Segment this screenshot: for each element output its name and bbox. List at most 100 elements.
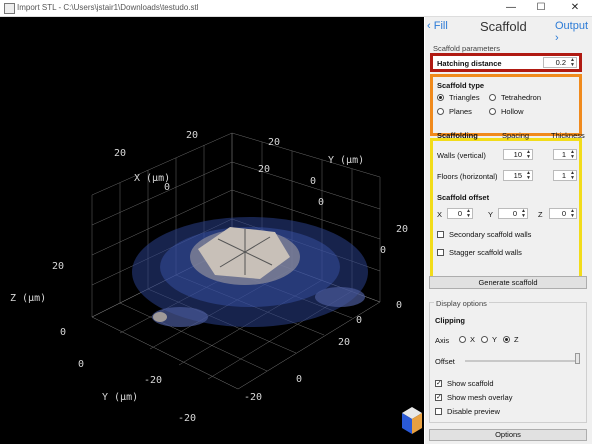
spin-arrows-icon[interactable]: ▲ ▼	[570, 171, 575, 181]
radio-planes-label: Planes	[449, 107, 472, 116]
scaffold-type-label: Scaffold type	[437, 81, 485, 90]
tick-label: 0	[164, 182, 170, 193]
tick-label: 20	[52, 261, 64, 272]
spin-arrows-icon[interactable]: ▲ ▼	[466, 209, 471, 219]
radio-axis-z[interactable]	[503, 336, 510, 343]
stagger-walls-label: Stagger scaffold walls	[449, 248, 522, 257]
stagger-walls-checkbox[interactable]	[437, 249, 444, 256]
offset-y-value: 0	[512, 209, 517, 218]
app-icon	[4, 3, 15, 14]
tick-label: 20	[114, 148, 126, 159]
radio-hollow-label: Hollow	[501, 107, 524, 116]
maximize-button[interactable]: ☐	[526, 0, 556, 16]
walls-thickness-value: 1	[561, 150, 566, 159]
clip-offset-slider-thumb[interactable]	[575, 353, 580, 364]
scaffold-panel: ‹ Fill Scaffold Output › Scaffold parame…	[425, 17, 592, 444]
spin-arrows-icon[interactable]: ▲ ▼	[570, 209, 575, 219]
radio-triangles-label: Triangles	[449, 93, 480, 102]
offset-y-input[interactable]: 0 ▲ ▼	[498, 208, 528, 219]
scaffolding-label: Scaffolding	[437, 131, 478, 140]
radio-triangles[interactable]	[437, 94, 444, 101]
floors-spacing-value: 15	[513, 171, 522, 180]
generate-scaffold-button[interactable]: Generate scaffold	[429, 276, 587, 289]
offset-x-value: 0	[457, 209, 462, 218]
offset-z-input[interactable]: 0 ▲ ▼	[549, 208, 577, 219]
spin-arrows-icon[interactable]: ▲ ▼	[526, 171, 531, 181]
tick-label: 0	[60, 327, 66, 338]
hatching-distance-label: Hatching distance	[437, 59, 502, 68]
show-scaffold-checkbox[interactable]: ✓	[435, 380, 442, 387]
stl-model	[132, 217, 368, 327]
secondary-walls-checkbox[interactable]	[437, 231, 444, 238]
radio-axis-y[interactable]	[481, 336, 488, 343]
tick-label: 0	[396, 300, 402, 311]
next-step-link[interactable]: Output ›	[555, 20, 592, 44]
tick-label: 0	[356, 315, 362, 326]
spacing-column-label: Spacing	[502, 131, 530, 140]
z-axis-label: Z (μm)	[10, 293, 46, 304]
wizard-nav: ‹ Fill Scaffold Output ›	[425, 17, 592, 44]
tick-label: 0	[78, 359, 84, 370]
tick-label: 0	[296, 374, 302, 385]
offset-z-value: 0	[561, 209, 566, 218]
offset-y-label: Y	[488, 210, 494, 219]
tick-label: -20	[244, 392, 262, 403]
tick-label: 0	[380, 245, 386, 256]
tick-label: 20	[338, 337, 350, 348]
clip-offset-slider[interactable]	[465, 360, 579, 362]
options-button[interactable]: Options	[429, 429, 587, 441]
clip-offset-label: Offset	[435, 357, 455, 366]
walls-thickness-input[interactable]: 1 ▲ ▼	[553, 149, 577, 160]
thickness-column-label: Thickness	[551, 131, 585, 140]
walls-vertical-label: Walls (vertical)	[437, 151, 486, 160]
floors-spacing-input[interactable]: 15 ▲ ▼	[503, 170, 533, 181]
show-mesh-overlay-checkbox[interactable]: ✓	[435, 394, 442, 401]
tick-label: 20	[186, 130, 198, 141]
y-axis-label-bottom: Y (μm)	[102, 392, 138, 403]
secondary-walls-label: Secondary scaffold walls	[449, 230, 532, 239]
walls-spacing-input[interactable]: 10 ▲ ▼	[503, 149, 533, 160]
hatching-distance-input[interactable]: 0.2 ▲ ▼	[543, 57, 577, 68]
spin-arrows-icon[interactable]: ▲ ▼	[526, 150, 531, 160]
clip-axis-label: Axis	[435, 336, 450, 345]
floors-thickness-input[interactable]: 1 ▲ ▼	[553, 170, 577, 181]
y-axis-label: Y (μm)	[328, 155, 364, 166]
minimize-button[interactable]: —	[496, 0, 526, 16]
display-options-label: Display options	[434, 299, 489, 308]
offset-x-label: X	[437, 210, 443, 219]
floors-horizontal-label: Floors (horizontal)	[437, 172, 498, 181]
scaffold-parameters-label: Scaffold parameters	[433, 44, 500, 53]
radio-axis-x[interactable]	[459, 336, 466, 343]
disable-preview-label: Disable preview	[447, 407, 500, 416]
radio-planes[interactable]	[437, 108, 444, 115]
tick-label: -20	[144, 375, 162, 386]
disable-preview-checkbox[interactable]	[435, 408, 442, 415]
hatching-distance-value: 0.2	[555, 58, 566, 67]
tick-label: 20	[268, 137, 280, 148]
radio-axis-z-label: Z	[514, 335, 519, 344]
floors-thickness-value: 1	[561, 171, 566, 180]
spin-arrows-icon[interactable]: ▲ ▼	[570, 150, 575, 160]
radio-tetrahedron-label: Tetrahedron	[501, 93, 542, 102]
3d-viewport[interactable]: X (μm) Y (μm) Z (μm) Y (μm) 20 0 20 0 20…	[0, 17, 424, 444]
spin-arrows-icon[interactable]: ▲ ▼	[570, 58, 575, 68]
scaffold-offset-label: Scaffold offset	[437, 193, 490, 202]
prev-step-link[interactable]: ‹ Fill	[427, 20, 448, 32]
window-title: Import STL - C:\Users\jstair1\Downloads\…	[17, 3, 199, 12]
orientation-cube-icon[interactable]	[402, 407, 422, 434]
show-scaffold-label: Show scaffold	[447, 379, 494, 388]
next-step-label: Output	[555, 20, 589, 32]
tick-label: -20	[178, 413, 196, 424]
walls-spacing-value: 10	[513, 150, 522, 159]
tick-label: 0	[318, 197, 324, 208]
show-mesh-overlay-label: Show mesh overlay	[447, 393, 513, 402]
close-button[interactable]: ✕	[560, 0, 590, 16]
tick-label: 20	[258, 164, 270, 175]
spin-arrows-icon[interactable]: ▲ ▼	[521, 209, 526, 219]
radio-hollow[interactable]	[489, 108, 496, 115]
step-title: Scaffold	[480, 19, 527, 34]
prev-step-label: Fill	[433, 20, 448, 32]
tick-label: 0	[310, 176, 316, 187]
radio-tetrahedron[interactable]	[489, 94, 496, 101]
offset-x-input[interactable]: 0 ▲ ▼	[447, 208, 473, 219]
